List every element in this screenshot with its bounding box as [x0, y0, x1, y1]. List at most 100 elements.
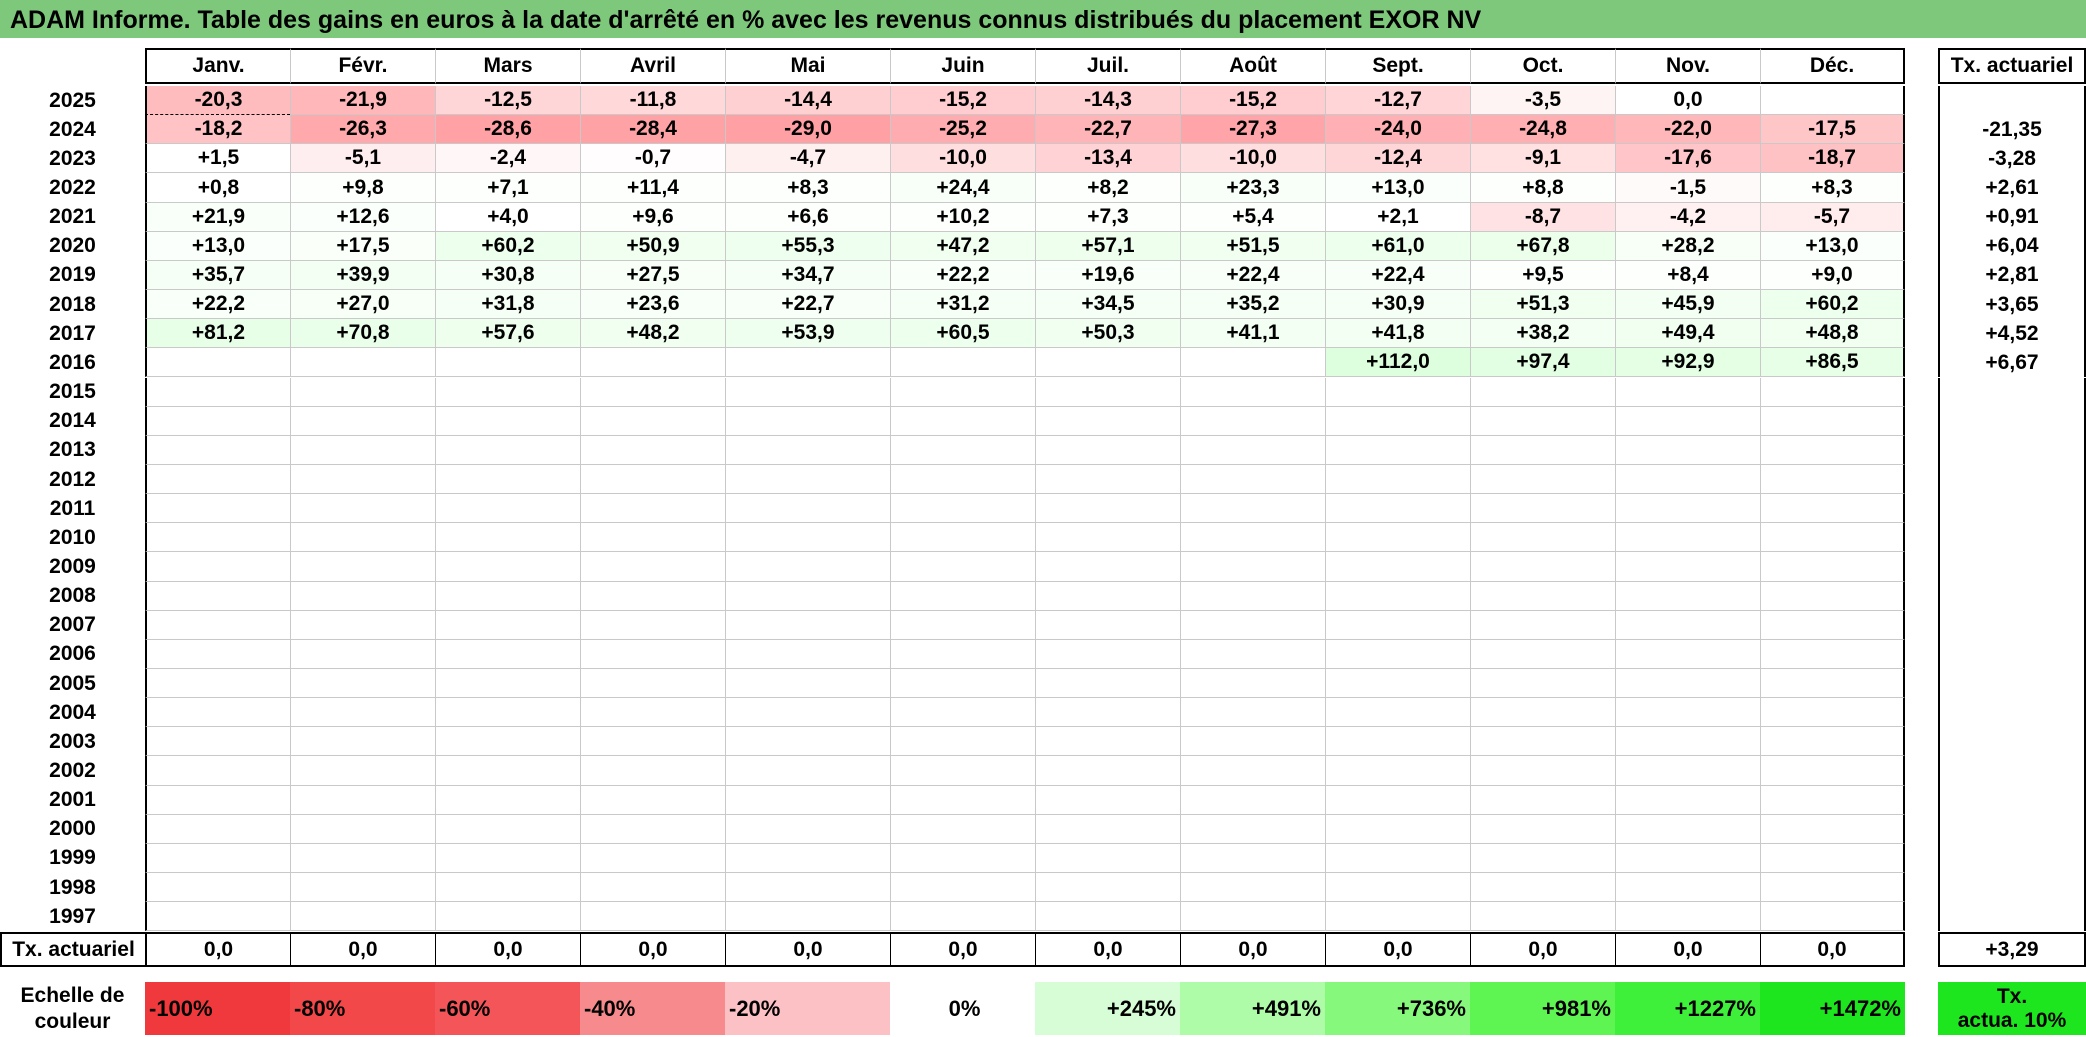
- table-cell: [1470, 669, 1615, 699]
- table-cell: [435, 610, 580, 640]
- table-cell: [1615, 610, 1760, 640]
- table-cell: +1,5: [145, 144, 290, 174]
- table-cell: [145, 406, 290, 436]
- table-cell: -18,7: [1760, 144, 1905, 174]
- table-cell: -21,9: [290, 86, 435, 116]
- footer-cell: 0,0: [1615, 932, 1760, 967]
- table-cell: [1180, 435, 1325, 465]
- color-scale-rate-line1: Tx.: [1996, 984, 2028, 1008]
- table-cell: -12,7: [1325, 86, 1470, 116]
- table-cell: -27,3: [1180, 115, 1325, 145]
- table-cell: [1180, 581, 1325, 611]
- color-scale-swatch: -20%: [725, 982, 890, 1035]
- table-cell: [1760, 406, 1905, 436]
- table-cell: +12,6: [290, 202, 435, 232]
- table-cell: [1470, 756, 1615, 786]
- table-cell: [580, 639, 725, 669]
- rate-cell: +2,61: [1938, 173, 2086, 203]
- table-cell: +35,2: [1180, 290, 1325, 320]
- color-scale-rate: Tx. actua. 10%: [1938, 982, 2086, 1035]
- table-cell: [1615, 902, 1760, 932]
- table-cell: [580, 902, 725, 932]
- table-cell: +50,9: [580, 231, 725, 261]
- table-cell: -9,1: [1470, 144, 1615, 174]
- footer-rate: +3,29: [1938, 932, 2086, 967]
- table-cell: [725, 756, 890, 786]
- table-cell: [145, 610, 290, 640]
- table-cell: -28,4: [580, 115, 725, 145]
- rate-cell: [1938, 377, 2086, 407]
- table-cell: [890, 581, 1035, 611]
- year-label: 2022: [49, 176, 96, 199]
- year-label: 2013: [49, 438, 96, 462]
- table-cell: [435, 902, 580, 932]
- table-cell: -1,5: [1615, 173, 1760, 203]
- color-scale-swatch: -100%: [145, 982, 290, 1035]
- table-cell: +61,0: [1325, 231, 1470, 261]
- table-cell: [1325, 785, 1470, 815]
- table-cell: +8,8: [1470, 173, 1615, 203]
- table-cell: +8,2: [1035, 173, 1180, 203]
- table-cell: [1615, 523, 1760, 553]
- table-cell: [1760, 639, 1905, 669]
- table-cell: [1035, 756, 1180, 786]
- table-cell: +19,6: [1035, 260, 1180, 291]
- table-cell: [580, 435, 725, 465]
- table-cell: [145, 902, 290, 932]
- table-cell: +39,9: [290, 260, 435, 291]
- table-cell: +27,5: [580, 260, 725, 291]
- rate-cell: [1938, 902, 2086, 932]
- table-cell: +27,0: [290, 290, 435, 320]
- year-label: 2025: [49, 88, 96, 112]
- table-cell: +51,3: [1470, 290, 1615, 320]
- table-cell: [1470, 902, 1615, 932]
- table-cell: +11,4: [580, 173, 725, 203]
- table-cell: [1615, 669, 1760, 699]
- table-cell: +60,5: [890, 319, 1035, 349]
- year-label: 2009: [49, 554, 96, 578]
- table-cell: [435, 406, 580, 436]
- footer-cell: 0,0: [290, 932, 435, 967]
- table-cell: [1325, 814, 1470, 844]
- year-label: 2006: [49, 642, 96, 666]
- table-cell: [1035, 669, 1180, 699]
- rate-cell: [1938, 756, 2086, 786]
- year-label: 2001: [49, 788, 96, 812]
- table-cell: [1035, 639, 1180, 669]
- table-cell: [580, 873, 725, 903]
- year-label: 2019: [49, 263, 96, 287]
- table-cell: [725, 552, 890, 582]
- table-cell: [725, 843, 890, 874]
- table-cell: +8,4: [1615, 260, 1760, 291]
- table-cell: [1035, 698, 1180, 728]
- table-cell: [725, 902, 890, 932]
- table-cell: +10,2: [890, 202, 1035, 232]
- table-cell: [1180, 669, 1325, 699]
- footer-cell: 0,0: [145, 932, 290, 967]
- table-cell: [1180, 494, 1325, 524]
- table-cell: -18,2: [145, 115, 290, 145]
- table-cell: +92,9: [1615, 348, 1760, 378]
- month-header: Oct.: [1470, 48, 1615, 84]
- table-cell: [145, 435, 290, 465]
- table-cell: [1035, 523, 1180, 553]
- table-cell: [1035, 873, 1180, 903]
- table-cell: -4,2: [1615, 202, 1760, 232]
- table-cell: [1325, 727, 1470, 757]
- table-cell: [580, 727, 725, 757]
- table-cell: [890, 552, 1035, 582]
- table-cell: [1470, 377, 1615, 407]
- table-cell: [1615, 377, 1760, 407]
- table-cell: [1760, 698, 1905, 728]
- table-cell: [1035, 377, 1180, 407]
- table-cell: [580, 610, 725, 640]
- month-header: Mars: [435, 48, 580, 84]
- table-cell: [1325, 902, 1470, 932]
- year-label: 2023: [49, 146, 96, 170]
- month-header: Mai: [725, 48, 890, 84]
- rate-cell: +0,91: [1938, 202, 2086, 232]
- table-cell: [145, 785, 290, 815]
- table-cell: [435, 727, 580, 757]
- table-cell: [435, 581, 580, 611]
- table-cell: [725, 581, 890, 611]
